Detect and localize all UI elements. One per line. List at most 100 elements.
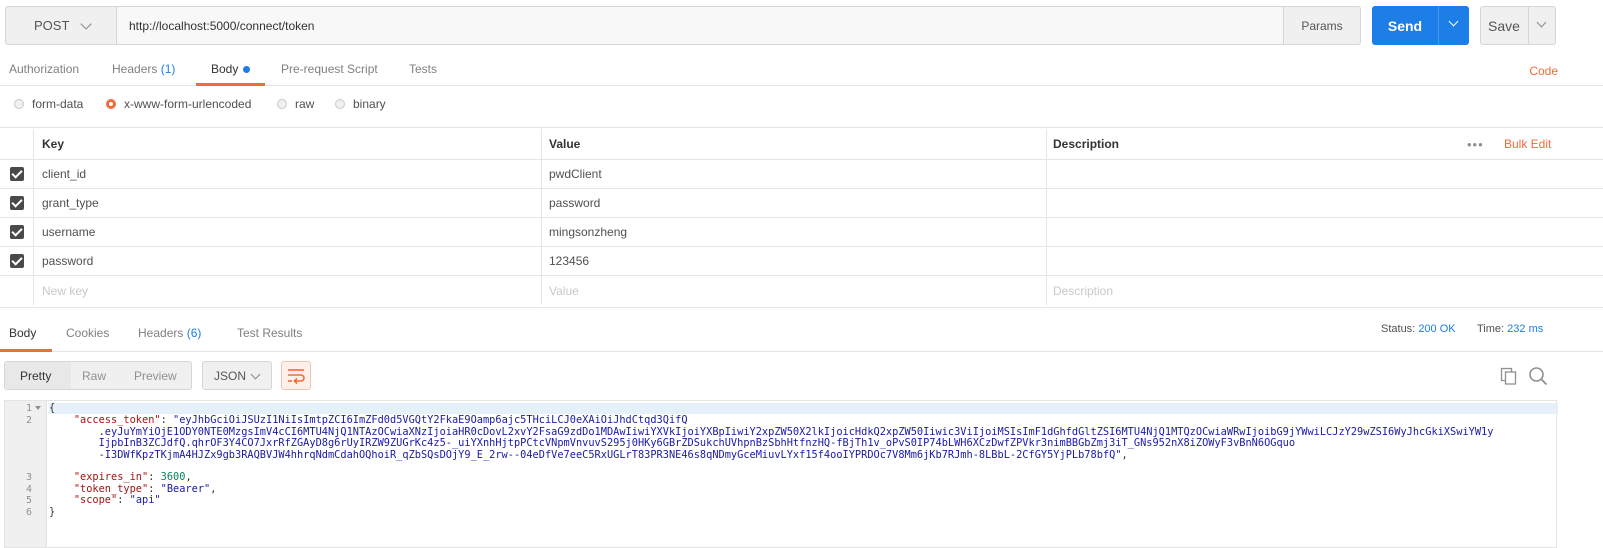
row-key[interactable]: client_id	[33, 160, 541, 188]
more-options-icon[interactable]: •••	[1467, 137, 1484, 152]
row-key[interactable]: username	[33, 218, 541, 246]
save-button[interactable]: Save	[1480, 6, 1556, 45]
row-check-cell	[0, 189, 33, 217]
line-number: 3	[25, 472, 32, 483]
line-number: 1	[25, 403, 32, 414]
row-check-cell	[0, 276, 33, 305]
status-value: 200 OK	[1418, 323, 1456, 335]
radio-raw-label: raw	[295, 97, 315, 111]
line-number: 5	[25, 495, 32, 506]
code-line: "scope": "api"	[73, 495, 161, 506]
request-url-bar: POST http://localhost:5000/connect/token…	[0, 0, 1603, 52]
json-string: "api"	[129, 495, 161, 506]
save-dropdown-chevron-icon[interactable]	[1536, 17, 1547, 28]
send-label: Send	[1387, 17, 1423, 34]
code-line: }	[49, 507, 1558, 518]
status-label: Status:	[1381, 323, 1416, 335]
radio-binary[interactable]: binary	[335, 97, 386, 111]
url-input[interactable]: http://localhost:5000/connect/token	[116, 6, 1284, 45]
radio-x-www-form-urlencoded[interactable]: x-www-form-urlencoded	[106, 97, 251, 111]
response-tab-cookies[interactable]: Cookies	[66, 326, 109, 340]
radio-raw[interactable]: raw	[277, 97, 314, 111]
save-label: Save	[1488, 17, 1520, 34]
json-key: "scope"	[73, 495, 118, 506]
table-row: password 123456	[0, 247, 1603, 276]
response-tab-headers[interactable]: Headers (6)	[138, 326, 201, 340]
search-icon[interactable]	[1528, 366, 1548, 386]
time-readout: Time: 232 ms	[1477, 323, 1543, 335]
header-key: Key	[33, 129, 541, 159]
new-description-input[interactable]: Description	[1046, 276, 1603, 305]
status-readout: Status: 200 OK	[1381, 323, 1456, 335]
row-value[interactable]: 123456	[541, 247, 1046, 275]
json-open-brace: {	[49, 403, 56, 414]
response-tab-test-results[interactable]: Test Results	[237, 326, 302, 340]
format-select[interactable]: JSON	[202, 361, 272, 390]
row-value[interactable]: pwdClient	[541, 160, 1046, 188]
json-string: IjpbInB3ZCJdfQ.qhrOF3Y4CO7JxrRfZGAyD8g6r…	[98, 438, 1296, 449]
row-description[interactable]	[1046, 247, 1603, 275]
time-label: Time:	[1477, 323, 1505, 335]
send-dropdown-chevron-icon[interactable]	[1448, 16, 1459, 27]
code-link[interactable]: Code	[1529, 64, 1558, 78]
json-string: "eyJhbGciOiJSUzI1NiIsImtpZCI6ImZFd0d5VGQ…	[173, 415, 688, 426]
row-value[interactable]: mingsonzheng	[541, 218, 1046, 246]
view-preview-button[interactable]: Preview	[134, 369, 177, 383]
modified-dot-icon	[243, 66, 251, 74]
radio-selected-icon	[106, 99, 116, 109]
body-type-selector: form-data x-www-form-urlencoded raw bina…	[0, 86, 1603, 128]
row-key[interactable]: grant_type	[33, 189, 541, 217]
row-check-cell	[0, 247, 33, 275]
bulk-edit-link[interactable]: Bulk Edit	[1504, 137, 1551, 151]
tab-headers[interactable]: Headers (1)	[112, 62, 175, 76]
code-line: .eyJuYmYiOjE1ODY0NTE0MzgsImV4cCI6MTU4NjQ…	[49, 427, 1558, 438]
radio-binary-label: binary	[353, 97, 386, 111]
time-value: 232 ms	[1507, 323, 1544, 335]
row-description[interactable]	[1046, 160, 1603, 188]
checkbox-checked-icon[interactable]	[9, 254, 24, 268]
checkbox-checked-icon[interactable]	[9, 167, 24, 181]
radio-form-data[interactable]: form-data	[14, 97, 83, 111]
view-pretty-button[interactable]: Pretty	[20, 369, 51, 383]
checkbox-checked-icon[interactable]	[9, 196, 24, 210]
code-line: -I3DWfKpzTKjmA4HJZx9gb3RAQBVJW4hhrqNdmCd…	[98, 450, 1128, 461]
table-row: client_id pwdClient	[0, 160, 1603, 189]
tab-body[interactable]: Body	[211, 62, 251, 76]
save-divider	[1528, 7, 1529, 44]
code-line: {	[49, 403, 1558, 415]
tab-prerequest-script[interactable]: Pre-request Script	[281, 62, 378, 76]
row-value[interactable]: password	[541, 189, 1046, 217]
header-value: Value	[541, 129, 1046, 159]
params-button[interactable]: Params	[1283, 6, 1361, 45]
checkbox-checked-icon[interactable]	[9, 225, 24, 239]
table-header-row: Key Value Description ••• Bulk Edit	[0, 129, 1603, 160]
response-body-viewer[interactable]: 1 2 3 4 5 6 { "access_token": "eyJhbGciO…	[4, 400, 1558, 548]
code-line: IjpbInB3ZCJdfQ.qhrOF3Y4CO7JxrRfZGAyD8g6r…	[49, 438, 1558, 449]
new-value-input[interactable]: Value	[541, 276, 1046, 305]
new-key-input[interactable]: New key	[33, 276, 541, 305]
tab-tests[interactable]: Tests	[409, 62, 437, 76]
code-line: "expires_in": 3600,	[73, 472, 192, 483]
radio-circle-icon	[14, 99, 24, 109]
json-key: "expires_in"	[73, 472, 149, 483]
response-toolbar: Pretty Raw Preview JSON	[0, 352, 1603, 398]
method-select[interactable]: POST	[5, 6, 117, 45]
row-description[interactable]	[1046, 189, 1603, 217]
row-description[interactable]	[1046, 218, 1603, 246]
response-tab-body[interactable]: Body	[9, 326, 36, 340]
new-row: New key Value Description	[0, 276, 1603, 305]
line-number: 2	[25, 415, 32, 426]
fold-arrow-icon[interactable]	[35, 406, 41, 410]
send-button[interactable]: Send	[1372, 6, 1469, 45]
wrap-lines-button[interactable]	[281, 361, 311, 390]
view-raw-button[interactable]: Raw	[82, 369, 106, 383]
view-mode-group: Pretty Raw Preview	[4, 361, 192, 390]
radio-form-data-label: form-data	[32, 97, 84, 111]
tab-authorization[interactable]: Authorization	[9, 62, 79, 76]
code-line: "token_type": "Bearer",	[73, 484, 217, 495]
copy-icon[interactable]	[1500, 367, 1518, 385]
row-key[interactable]: password	[33, 247, 541, 275]
chevron-down-icon	[80, 18, 92, 30]
tab-headers-count: (1)	[160, 62, 176, 76]
line-number: 4	[25, 484, 32, 495]
